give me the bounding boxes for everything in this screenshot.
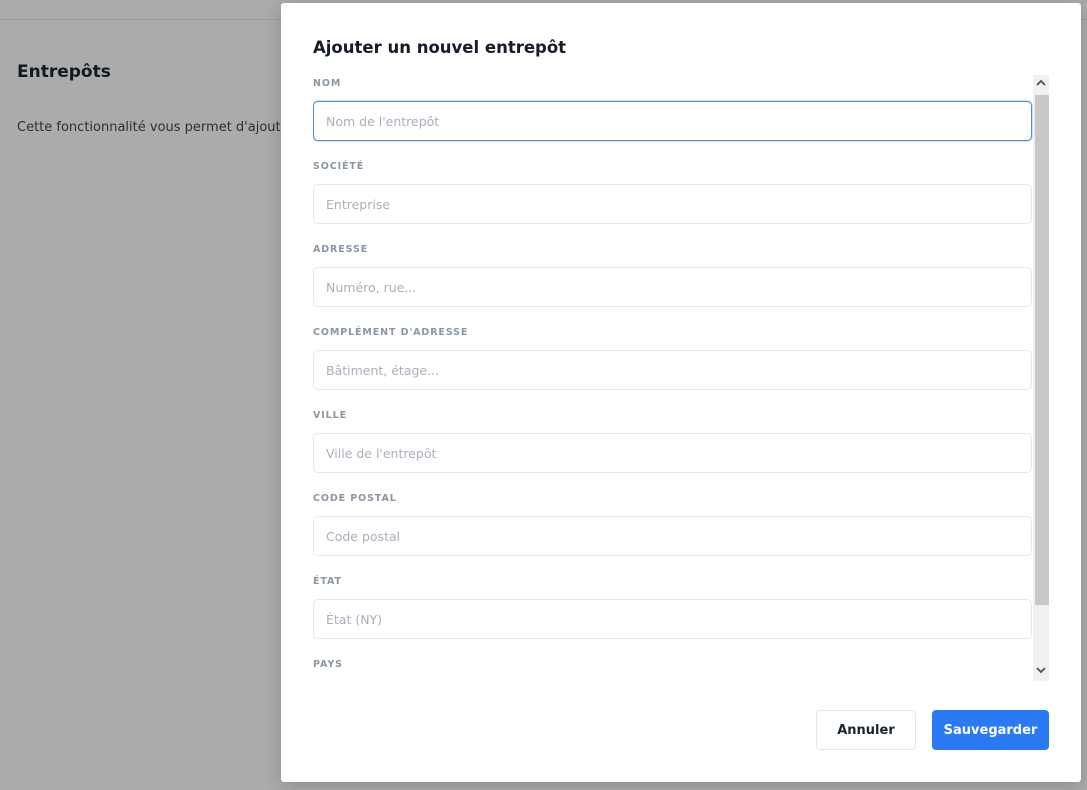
field-address-label: ADRESSE <box>313 244 369 255</box>
field-address: ADRESSE <box>313 241 1033 324</box>
field-postal-code: CODE POSTAL <box>313 490 1033 573</box>
field-address-complement: COMPLÉMENT D'ADRESSE <box>313 324 1033 407</box>
add-warehouse-modal: Ajouter un nouvel entrepôt NOM SOCIÉTÉ A… <box>281 3 1081 782</box>
field-name-label: NOM <box>313 78 342 89</box>
address-input[interactable] <box>313 267 1032 307</box>
field-state-label: ÉTAT <box>313 576 342 587</box>
form-scrollbar[interactable] <box>1033 75 1049 681</box>
address-complement-input[interactable] <box>313 350 1032 390</box>
modal-title: Ajouter un nouvel entrepôt <box>313 38 567 57</box>
field-state: ÉTAT <box>313 573 1033 656</box>
field-address-complement-label: COMPLÉMENT D'ADRESSE <box>313 327 469 338</box>
field-postal-code-label: CODE POSTAL <box>313 493 397 504</box>
scrollbar-thumb[interactable] <box>1035 95 1049 605</box>
field-country-label: PAYS <box>313 659 343 670</box>
field-city: VILLE <box>313 407 1033 490</box>
name-input[interactable] <box>313 101 1032 141</box>
postal-code-input[interactable] <box>313 516 1032 556</box>
field-country: PAYS <box>313 656 1033 681</box>
chevron-down-icon[interactable] <box>1033 664 1049 681</box>
field-company-label: SOCIÉTÉ <box>313 161 365 172</box>
field-city-label: VILLE <box>313 410 347 421</box>
city-input[interactable] <box>313 433 1032 473</box>
company-input[interactable] <box>313 184 1032 224</box>
chevron-up-icon[interactable] <box>1033 77 1049 94</box>
save-button[interactable]: Sauvegarder <box>932 710 1049 750</box>
field-company: SOCIÉTÉ <box>313 158 1033 241</box>
state-input[interactable] <box>313 599 1032 639</box>
form-scroll-area[interactable]: NOM SOCIÉTÉ ADRESSE COMPLÉMENT D'ADRESSE… <box>313 75 1033 681</box>
field-name: NOM <box>313 75 1033 158</box>
cancel-button[interactable]: Annuler <box>816 710 916 750</box>
